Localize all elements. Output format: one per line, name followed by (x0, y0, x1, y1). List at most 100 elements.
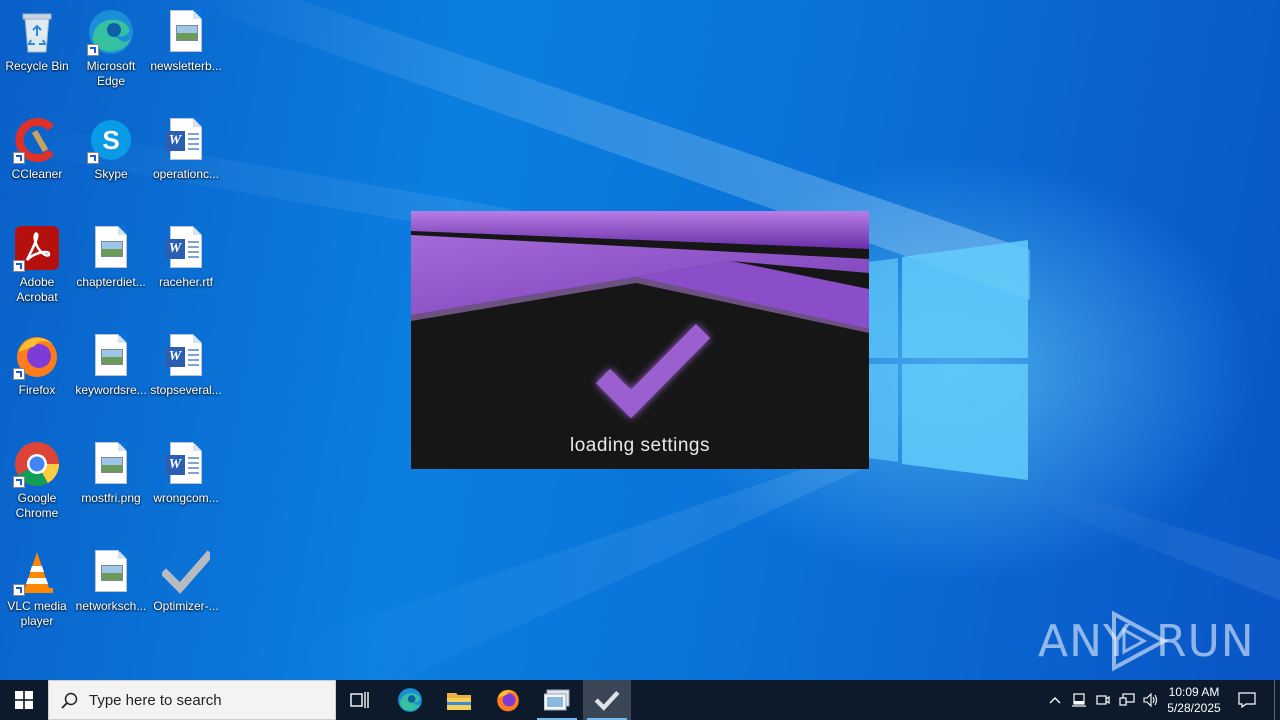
icon-label: keywordsre... (75, 383, 147, 397)
word-document-icon: W (162, 440, 210, 488)
desktop-icon-adobe-acrobat[interactable]: Adobe Acrobat (1, 224, 73, 305)
desktop-icon-microsoft-edge[interactable]: Microsoft Edge (75, 8, 147, 89)
photo-app-icon (544, 689, 570, 711)
icon-label: chapterdiet... (76, 275, 146, 289)
edge-icon (398, 688, 422, 712)
taskbar-clock[interactable]: 10:09 AM 5/28/2025 (1160, 684, 1228, 716)
taskbar-file-explorer[interactable] (435, 680, 483, 720)
desktop-icon-operationc[interactable]: W operationc... (150, 116, 222, 182)
icon-label: operationc... (152, 167, 220, 181)
task-view-icon (350, 692, 369, 708)
splash-status-text: loading settings (569, 435, 711, 456)
shortcut-arrow-icon (87, 152, 99, 164)
desktop-icon-firefox[interactable]: Firefox (1, 332, 73, 398)
image-file-icon (87, 332, 135, 380)
device-icon (1072, 693, 1086, 707)
desktop-icon-optimizer[interactable]: Optimizer-... (150, 548, 222, 614)
shortcut-arrow-icon (87, 44, 99, 56)
ccleaner-icon (13, 116, 61, 164)
checkmark-app-icon (160, 548, 214, 596)
image-file-icon (87, 548, 135, 596)
taskbar-optimizer[interactable] (583, 680, 631, 720)
desktop-icon-wrongcom[interactable]: W wrongcom... (150, 440, 222, 506)
shortcut-arrow-icon (13, 368, 25, 380)
tray-meet-button[interactable] (1092, 680, 1114, 720)
desktop: Recycle Bin Microsoft Edge newsletterb..… (0, 0, 1280, 680)
image-file-icon (162, 8, 210, 56)
tray-device-button[interactable] (1068, 680, 1090, 720)
desktop-icon-stopseveral[interactable]: W stopseveral... (150, 332, 222, 398)
shortcut-arrow-icon (13, 260, 25, 272)
icon-label: raceher.rtf (158, 275, 214, 289)
chrome-icon (13, 440, 61, 488)
icon-label: Firefox (18, 383, 56, 397)
icon-label: Skype (94, 167, 128, 181)
shortcut-arrow-icon (13, 584, 25, 596)
speaker-icon (1143, 693, 1158, 707)
shortcut-arrow-icon (13, 152, 25, 164)
word-document-icon: W (162, 332, 210, 380)
windows-start-icon (15, 691, 33, 709)
start-button[interactable] (0, 680, 48, 720)
desktop-icon-raceher[interactable]: W raceher.rtf (150, 224, 222, 290)
show-desktop-button[interactable] (1274, 680, 1275, 720)
task-view-button[interactable] (336, 680, 384, 720)
icon-label: Recycle Bin (5, 59, 69, 73)
search-placeholder: Type here to search (89, 692, 222, 709)
watermark-text-right: RUN (1156, 616, 1255, 667)
search-icon (61, 692, 78, 709)
image-file-icon (87, 440, 135, 488)
desktop-icon-keywordsre[interactable]: keywordsre... (75, 332, 147, 398)
word-document-icon: W (162, 224, 210, 272)
skype-icon: S (87, 116, 135, 164)
anyrun-watermark: ANY RUN (1038, 608, 1254, 674)
tray-volume-button[interactable] (1140, 680, 1162, 720)
word-document-icon: W (162, 116, 210, 164)
chevron-up-icon (1049, 697, 1061, 704)
firefox-icon (13, 332, 61, 380)
tray-network-button[interactable] (1116, 680, 1138, 720)
recycle-bin-icon (13, 8, 61, 56)
taskbar-image-app[interactable] (533, 680, 581, 720)
icon-label: mostfri.png (81, 491, 141, 505)
action-center-button[interactable] (1232, 680, 1262, 720)
taskbar-firefox[interactable] (484, 680, 532, 720)
desktop-icon-newsletterb[interactable]: newsletterb... (150, 8, 222, 74)
notification-icon (1238, 692, 1256, 708)
windows-logo-wallpaper (868, 240, 1028, 480)
desktop-icon-ccleaner[interactable]: CCleaner (1, 116, 73, 182)
desktop-icon-chapterdiet[interactable]: chapterdiet... (75, 224, 147, 290)
svg-text:S: S (102, 125, 119, 155)
checkmark-app-icon (594, 690, 620, 711)
icon-label: Optimizer-... (153, 599, 219, 613)
taskbar: Type here to search 10:09 AM 5/28/2025 (0, 680, 1280, 720)
desktop-icon-google-chrome[interactable]: Google Chrome (1, 440, 73, 521)
vlc-cone-icon (13, 548, 61, 596)
desktop-icon-mostfri[interactable]: mostfri.png (75, 440, 147, 506)
edge-icon (87, 8, 135, 56)
desktop-icon-vlc[interactable]: VLC media player (1, 548, 73, 629)
desktop-icon-networksch[interactable]: networksch... (75, 548, 147, 614)
desktop-icon-skype[interactable]: S Skype (75, 116, 147, 182)
network-icon (1119, 693, 1135, 706)
icon-label: stopseveral... (150, 383, 222, 397)
icon-label: Google Chrome (15, 491, 59, 520)
icon-label: wrongcom... (153, 491, 219, 505)
show-hidden-icons-button[interactable] (1044, 680, 1066, 720)
icon-label: newsletterb... (150, 59, 222, 73)
icon-label: networksch... (75, 599, 147, 613)
acrobat-icon (13, 224, 61, 272)
splash-background-art (411, 211, 869, 469)
shortcut-arrow-icon (13, 476, 25, 488)
camera-icon (1096, 695, 1110, 705)
image-file-icon (87, 224, 135, 272)
icon-label: VLC media player (7, 599, 67, 628)
clock-date: 5/28/2025 (1167, 701, 1221, 715)
firefox-icon (497, 689, 519, 712)
taskbar-search-box[interactable]: Type here to search (48, 680, 336, 720)
icon-label: Adobe Acrobat (16, 275, 58, 304)
desktop-icon-recycle-bin[interactable]: Recycle Bin (1, 8, 73, 74)
taskbar-edge[interactable] (386, 680, 434, 720)
icon-label: CCleaner (11, 167, 63, 181)
icon-label: Microsoft Edge (86, 59, 136, 88)
